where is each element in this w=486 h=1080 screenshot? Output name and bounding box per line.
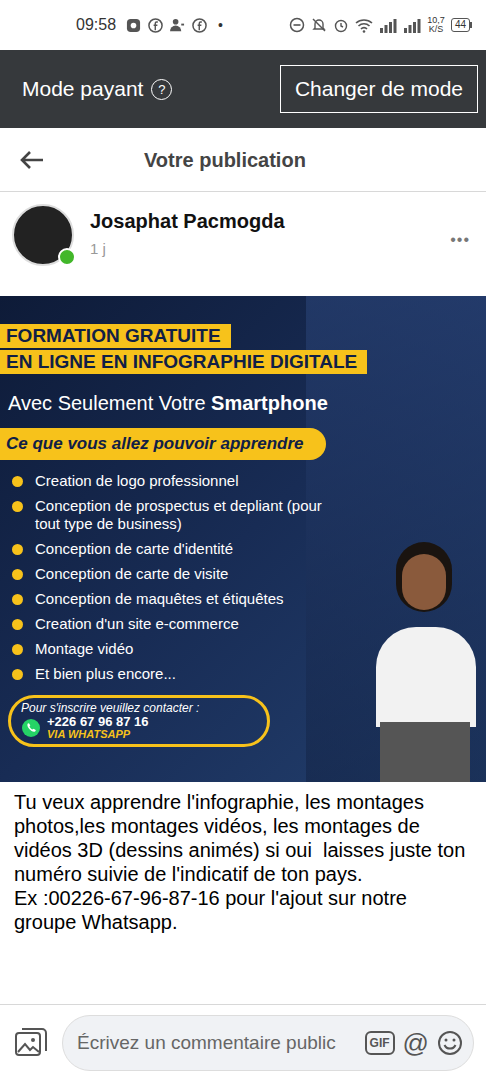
network-speed: 10,7 K/S <box>427 16 445 34</box>
message-icon <box>126 18 141 33</box>
signal-icon <box>379 18 397 33</box>
post-header: Josaphat Pacmogda 1 j ••• <box>0 192 486 292</box>
person-icon <box>170 18 185 33</box>
post-caption: Tu veux apprendre l'infographie, les mon… <box>0 782 486 934</box>
wifi-icon <box>355 18 373 33</box>
dnd-icon <box>289 17 305 33</box>
flyer-item: Et bien plus encore... <box>12 665 350 683</box>
flyer-banner: Ce que vous allez pouvoir apprendre <box>0 428 326 460</box>
flyer-item: Conception de maquêtes et étiquêtes <box>12 590 350 608</box>
info-mark: ? <box>158 83 165 96</box>
bullet-icon <box>12 476 23 487</box>
flyer-item-text: Conception de maquêtes et étiquêtes <box>35 590 284 608</box>
change-mode-label: Changer de mode <box>295 73 463 105</box>
more-button[interactable]: ••• <box>450 228 470 252</box>
flyer-item-text: Montage vidéo <box>35 640 133 658</box>
author-name[interactable]: Josaphat Pacmogda <box>90 206 285 236</box>
facebook-icon <box>192 18 207 33</box>
battery-icon: 44 <box>451 18 472 32</box>
comment-input[interactable]: Écrivez un commentaire public GIF @ <box>62 1015 474 1071</box>
status-bar: 09:58 • 10,7 K/S 44 <box>0 0 486 50</box>
flyer-item-text: Conception de carte de visite <box>35 565 228 583</box>
contact-phone: +226 67 96 87 16 <box>47 715 149 729</box>
flyer-subtitle-bold: Smartphone <box>211 392 328 414</box>
page-title: Votre publication <box>144 145 306 175</box>
photo-icon[interactable] <box>14 1027 48 1059</box>
bullet-icon <box>12 619 23 630</box>
bullet-icon <box>12 594 23 605</box>
facebook-icon <box>148 18 163 33</box>
flyer-subtitle: Avec Seulement Votre <box>8 392 211 414</box>
flyer-banner-text: Ce que vous allez pouvoir apprendre <box>6 431 304 457</box>
flyer-item: Creation de logo professionnel <box>12 472 350 490</box>
flyer-item: Conception de carte d'identité <box>12 540 350 558</box>
flyer-item: Montage vidéo <box>12 640 350 658</box>
alarm-icon <box>333 17 349 33</box>
clock: 09:58 <box>76 13 116 37</box>
bullet-icon <box>12 501 23 512</box>
whatsapp-icon <box>21 718 41 738</box>
flyer-title-strip: FORMATION GRATUITE <box>0 324 231 348</box>
bullet-icon <box>12 669 23 680</box>
emoji-icon[interactable] <box>437 1030 463 1056</box>
flyer-item-text: Conception de prospectus et depliant (po… <box>35 497 350 533</box>
flyer-item: Conception de carte de visite <box>12 565 350 583</box>
comment-bar: Écrivez un commentaire public GIF @ <box>0 1004 486 1080</box>
mode-label: Mode payant <box>22 73 143 105</box>
bullet-icon <box>12 569 23 580</box>
speed-unit: K/S <box>429 25 444 34</box>
online-indicator <box>58 248 76 266</box>
flyer-item-text: Et bien plus encore... <box>35 665 176 683</box>
mute-icon <box>311 17 327 33</box>
mention-button[interactable]: @ <box>403 1030 429 1056</box>
avatar[interactable] <box>12 204 74 266</box>
flyer-title-strip: EN LIGNE EN INFOGRAPHIE DIGITALE <box>0 350 367 374</box>
contact-via: VIA WHATSAPP <box>47 729 149 741</box>
post-time: 1 j <box>90 238 285 261</box>
gif-label: GIF <box>370 1034 390 1052</box>
contact-box[interactable]: Pour s'inscrire veuillez contacter : +22… <box>8 695 270 747</box>
flyer-item-text: Conception de carte d'identité <box>35 540 233 558</box>
post-image[interactable]: FORMATION GRATUITE EN LIGNE EN INFOGRAPHI… <box>0 296 486 782</box>
flyer-item-text: Creation de logo professionnel <box>35 472 238 490</box>
woman-photo <box>368 532 478 782</box>
battery-level: 44 <box>455 20 466 30</box>
flyer-title: FORMATION GRATUITE <box>6 325 221 347</box>
flyer-title: EN LIGNE EN INFOGRAPHIE DIGITALE <box>6 351 357 373</box>
info-icon[interactable]: ? <box>151 79 172 100</box>
back-arrow-icon[interactable] <box>20 150 44 170</box>
flyer-item: Creation d'un site e-commerce <box>12 615 350 633</box>
flyer-item: Conception de prospectus et depliant (po… <box>12 497 350 533</box>
change-mode-button[interactable]: Changer de mode <box>280 65 478 113</box>
bullet-icon <box>12 644 23 655</box>
notification-dot: • <box>218 15 223 36</box>
comment-placeholder: Écrivez un commentaire public <box>77 1032 357 1053</box>
gif-button[interactable]: GIF <box>365 1031 395 1055</box>
speed-value: 10,7 <box>427 16 445 25</box>
page-header: Votre publication <box>0 128 486 192</box>
caption-text: Tu veux apprendre l'infographie, les mon… <box>14 790 472 934</box>
signal-icon <box>403 18 421 33</box>
mode-bar: Mode payant ? Changer de mode <box>0 50 486 128</box>
flyer-item-text: Creation d'un site e-commerce <box>35 615 239 633</box>
bullet-icon <box>12 544 23 555</box>
contact-label: Pour s'inscrire veuillez contacter : <box>21 701 259 715</box>
